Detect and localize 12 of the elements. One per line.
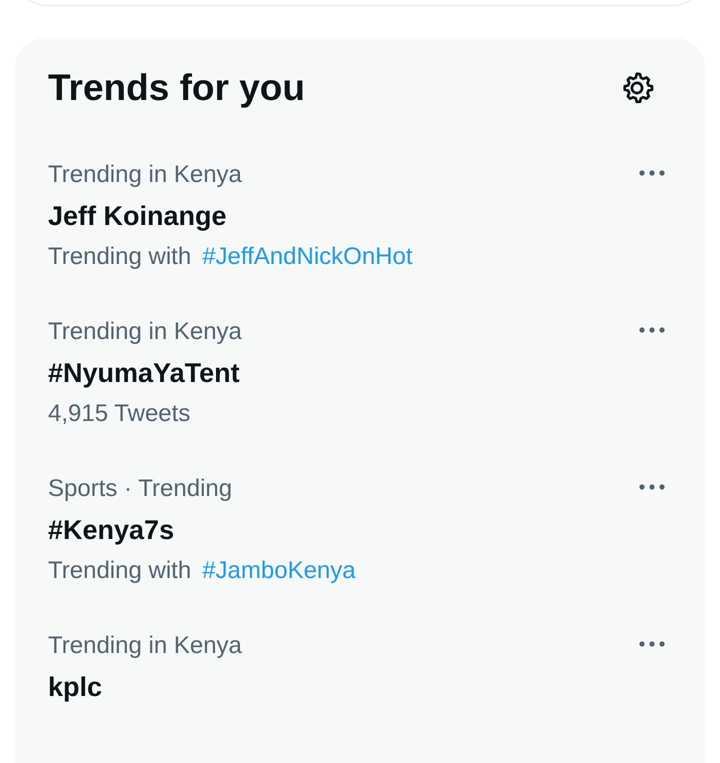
trend-category: Sports · Trending xyxy=(48,474,232,504)
trend-category: Trending in Kenya xyxy=(48,160,242,190)
section-title: Trends for you xyxy=(48,67,305,109)
tweet-count: 4,915 Tweets xyxy=(48,399,190,429)
trend-context: Trending with xyxy=(48,556,192,586)
trend-name[interactable]: Jeff Koinange xyxy=(48,196,227,236)
trend-name[interactable]: kplc xyxy=(48,667,102,707)
trend-name[interactable]: #Kenya7s xyxy=(48,510,174,550)
trend-context: Trending with xyxy=(48,242,192,272)
trend-name[interactable]: #NyumaYaTent xyxy=(48,353,240,393)
trend-category: Trending in Kenya xyxy=(48,631,242,661)
trend-category: Trending in Kenya xyxy=(48,317,242,347)
